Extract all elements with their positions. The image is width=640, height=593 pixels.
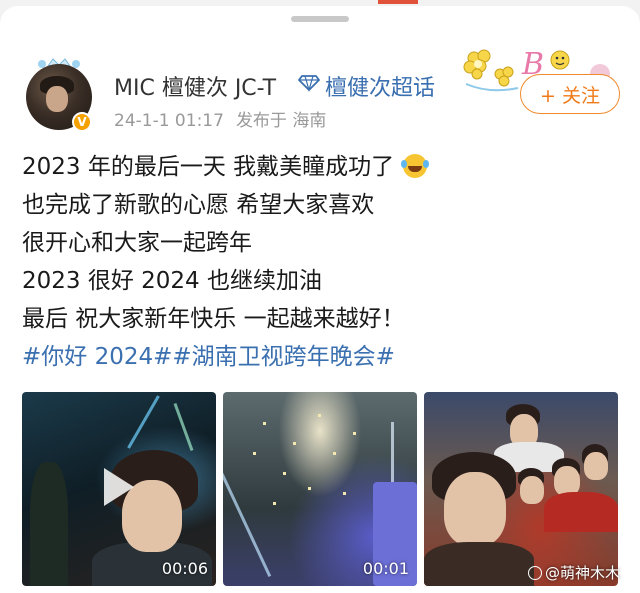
post-body: 2023 年的最后一天 我戴美瞳成功了 也完成了新歌的心愿 希望大家喜欢 很开心… [22, 148, 622, 376]
laughing-with-tears-icon [401, 154, 428, 178]
verified-badge-icon: V [72, 112, 92, 132]
post-hashtags[interactable]: #你好 2024##湖南卫视跨年晚会# [22, 338, 622, 376]
author-avatar[interactable]: V [22, 56, 96, 134]
post-line-1: 2023 年的最后一天 我戴美瞳成功了 [22, 148, 622, 186]
post-line-3: 很开心和大家一起跨年 [22, 230, 252, 256]
follow-button[interactable]: + 关注 [520, 74, 620, 114]
post-line-4: 2023 很好 2024 也继续加油 [22, 268, 322, 294]
image-thumbnail-3[interactable] [424, 392, 618, 586]
super-topic-link[interactable]: 檀健次超话 [325, 70, 435, 102]
top-edge-accent [378, 0, 418, 4]
author-name[interactable]: MIC 檀健次 JC-T [114, 70, 276, 102]
sheet-grabber-handle[interactable] [291, 16, 349, 22]
watermark-logo-icon [528, 566, 542, 580]
image-watermark: @萌神木木 [528, 562, 620, 583]
video-thumbnail-2[interactable]: 00:01 [223, 392, 417, 586]
video-thumbnail-1[interactable]: 00:06 [22, 392, 216, 586]
post-meta: 24-1-1 01:17 发布于 海南 [114, 106, 326, 131]
diamond-icon [298, 75, 320, 92]
post-location: 发布于 海南 [235, 111, 327, 131]
play-icon[interactable] [104, 468, 134, 506]
video-duration: 00:01 [362, 559, 409, 578]
post-time: 24-1-1 01:17 [114, 111, 224, 131]
post-line-5: 最后 祝大家新年快乐 一起越来越好！ [22, 306, 405, 332]
video-duration: 00:06 [161, 559, 208, 578]
post-line-2: 也完成了新歌的心愿 希望大家喜欢 [22, 192, 375, 218]
